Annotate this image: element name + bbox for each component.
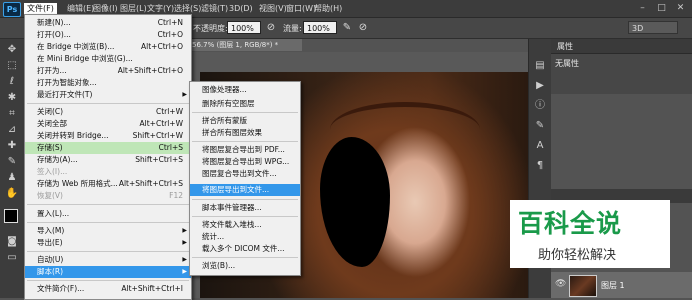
menu-item-scripts[interactable]: 脚本(R) ▶ — [25, 266, 191, 278]
script-events-manager[interactable]: 脚本事件管理器... — [190, 202, 300, 214]
photoshop-logo: Ps — [3, 2, 21, 17]
quick-select-tool-icon[interactable]: ✱ — [4, 91, 20, 105]
actions-icon[interactable]: ▶ — [532, 79, 548, 93]
menu-separator — [192, 216, 298, 217]
eye-icon[interactable]: 👁 — [555, 279, 566, 289]
scripts-submenu: 图像处理器... 删除所有空图层 拼合所有蒙版 拼合所有图层效果 将图层复合导出… — [189, 81, 301, 276]
minimize-icon[interactable]: – — [636, 2, 649, 14]
menu-item-new[interactable]: 新建(N)... Ctrl+N — [25, 17, 191, 29]
script-export-layers-to-files[interactable]: 将图层导出到文件... — [190, 184, 300, 196]
menu-3d[interactable]: 3D(D) — [226, 3, 256, 14]
script-load-dicom[interactable]: 载入多个 DICOM 文件... — [190, 243, 300, 255]
script-browse[interactable]: 浏览(B)... — [190, 260, 300, 272]
script-statistics[interactable]: 统计... — [190, 231, 300, 243]
flow-field[interactable]: 100% — [303, 21, 337, 34]
character-icon[interactable]: A — [532, 139, 548, 153]
layer-row[interactable]: 👁 图层 1 — [551, 272, 692, 298]
watermark-subtitle: 助你轻松解决 — [538, 248, 617, 263]
menu-separator — [27, 251, 189, 252]
menu-item-file-info[interactable]: 文件简介(F)... Alt+Shift+Ctrl+I — [25, 283, 191, 295]
script-delete-empty-layers[interactable]: 删除所有空图层 — [190, 98, 300, 110]
paragraph-icon[interactable]: ¶ — [532, 159, 548, 173]
menu-item-revert: 恢复(V) F12 — [37, 191, 183, 200]
menu-item-open-smart-object[interactable]: 打开为智能对象... — [25, 77, 191, 89]
opacity-label: 不透明度: — [193, 24, 228, 33]
healing-tool-icon[interactable]: ✚ — [4, 139, 20, 153]
menu-item-export[interactable]: 导出(E) ▶ — [25, 237, 191, 249]
menu-item-close[interactable]: 关闭(C) Ctrl+W — [25, 106, 191, 118]
menu-separator — [192, 257, 298, 258]
info-icon[interactable]: ⓘ — [532, 99, 548, 113]
watermark-title: 百科全说 — [518, 209, 623, 238]
watermark: 百科全说 助你轻松解决 — [510, 200, 670, 268]
brush-preset-icon[interactable]: ✎ — [532, 119, 548, 133]
menu-separator — [27, 222, 189, 223]
menu-item-browse-mini-bridge[interactable]: 在 Mini Bridge 中浏览(G)... — [25, 53, 191, 65]
menu-item-save-as[interactable]: 存储为(A)... Shift+Ctrl+S — [25, 154, 191, 166]
script-comps-to-pdf[interactable]: 将图层复合导出到 PDF... — [190, 144, 300, 156]
black-brush-stroke — [320, 137, 390, 267]
menu-item-check-in: 签入(I)... — [37, 167, 68, 176]
menu-item-save-for-web[interactable]: 存储为 Web 所用格式... Alt+Shift+Ctrl+S — [25, 178, 191, 190]
pressure-size-icon[interactable]: ⊘ — [356, 21, 370, 34]
submenu-arrow-icon: ▶ — [182, 239, 187, 246]
script-image-processor[interactable]: 图像处理器... — [190, 84, 300, 96]
menu-separator — [27, 204, 189, 205]
menu-item-open[interactable]: 打开(O)... Ctrl+O — [25, 29, 191, 41]
menu-item-place[interactable]: 置入(L)... — [25, 208, 191, 220]
file-menu: 新建(N)... Ctrl+N 打开(O)... Ctrl+O 在 Bridge 中… — [24, 14, 192, 300]
script-comps-to-files[interactable]: 图层复合导出到文件... — [190, 168, 300, 180]
history-icon[interactable]: ▤ — [532, 59, 548, 73]
stamp-tool-icon[interactable]: ♟ — [4, 171, 20, 185]
menu-item-automate[interactable]: 自动(U) ▶ — [25, 254, 191, 266]
close-icon[interactable]: ✕ — [674, 2, 687, 14]
menu-help[interactable]: 帮助(H) — [311, 3, 345, 14]
menu-item-recent[interactable]: 最近打开文件(T) ▶ — [25, 89, 191, 101]
screen-mode-icon[interactable]: ▭ — [4, 251, 20, 265]
menu-separator — [192, 112, 298, 113]
lasso-tool-icon[interactable]: ℓ — [4, 75, 20, 89]
menu-item-close-to-bridge[interactable]: 关闭并转到 Bridge... Shift+Ctrl+W — [25, 130, 191, 142]
maximize-icon[interactable]: □ — [655, 2, 668, 14]
script-flatten-masks[interactable]: 拼合所有蒙版 — [190, 115, 300, 127]
menu-item-close-all[interactable]: 关闭全部 Alt+Ctrl+W — [25, 118, 191, 130]
quick-mask-icon[interactable]: ◙ — [4, 235, 20, 249]
marquee-tool-icon[interactable]: ⬚ — [4, 59, 20, 73]
layer-name[interactable]: 图层 1 — [601, 280, 625, 291]
airbrush-icon[interactable]: ✎ — [340, 21, 354, 34]
submenu-arrow-icon: ▶ — [182, 256, 187, 263]
move-tool-icon[interactable]: ✥ — [4, 43, 20, 57]
eyedropper-tool-icon[interactable]: ⊿ — [4, 123, 20, 137]
submenu-arrow-icon: ▶ — [182, 91, 187, 98]
pressure-opacity-icon[interactable]: ⊘ — [264, 21, 278, 34]
menu-separator — [192, 141, 298, 142]
menu-item-open-as[interactable]: 打开为... Alt+Shift+Ctrl+O — [25, 65, 191, 77]
brush-tool-icon[interactable]: ✎ — [4, 155, 20, 169]
layer-thumbnail — [569, 275, 597, 297]
menu-separator — [27, 280, 189, 281]
submenu-arrow-icon: ▶ — [182, 268, 187, 275]
script-flatten-layer-effects[interactable]: 拼合所有图层效果 — [190, 127, 300, 139]
flow-label: 流量: — [283, 24, 302, 33]
script-load-files-into-stack[interactable]: 将文件载入堆栈... — [190, 219, 300, 231]
properties-header: 属性 — [551, 39, 692, 54]
no-properties-label: 无属性 — [555, 59, 579, 68]
menu-separator — [27, 103, 189, 104]
menu-separator — [192, 199, 298, 200]
menu-item-browse-bridge[interactable]: 在 Bridge 中浏览(B)... Alt+Ctrl+O — [25, 41, 191, 53]
foreground-color-swatch[interactable] — [4, 209, 18, 223]
hand-tool-icon[interactable]: ✋ — [4, 187, 20, 201]
crop-tool-icon[interactable]: ⌗ — [4, 107, 20, 121]
document-tab[interactable]: 56.7% (图层 1, RGB/8*) * — [188, 39, 302, 51]
script-comps-to-wpg[interactable]: 将图层复合导出到 WPG... — [190, 156, 300, 168]
submenu-arrow-icon: ▶ — [182, 227, 187, 234]
tab-properties[interactable]: 属性 — [557, 41, 573, 52]
menu-item-save[interactable]: 存储(S) Ctrl+S — [25, 142, 191, 154]
workspace-select[interactable]: 3D — [628, 21, 678, 34]
properties-body: 无属性 — [551, 54, 692, 94]
opacity-field[interactable]: 100% — [227, 21, 261, 34]
menu-item-import[interactable]: 导入(M) ▶ — [25, 225, 191, 237]
tools-panel: ✥ ⬚ ℓ ✱ ⌗ ⊿ ✚ ✎ ♟ ✋ ◙ ▭ — [0, 39, 25, 298]
menu-file[interactable]: 文件(F) — [24, 3, 57, 14]
